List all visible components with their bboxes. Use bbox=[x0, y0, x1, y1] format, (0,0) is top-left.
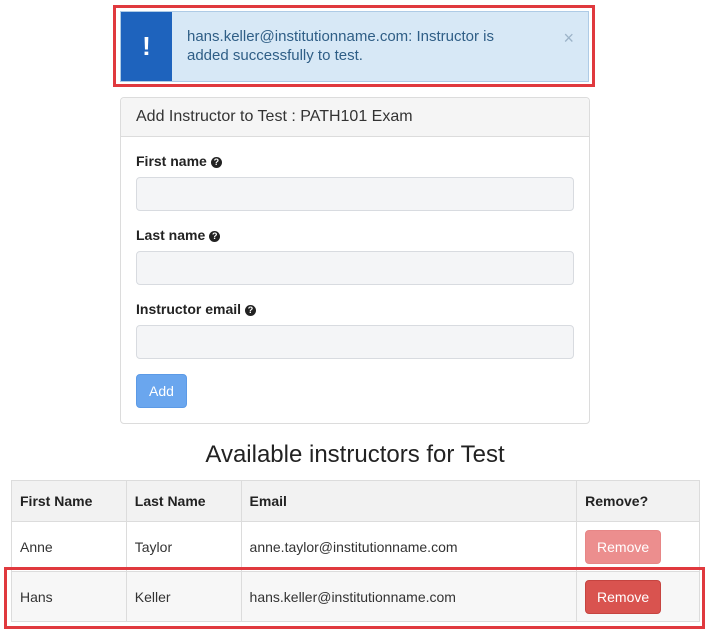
column-header-remove: Remove? bbox=[576, 480, 700, 522]
email-cell: anne.taylor@institutionname.com bbox=[240, 521, 578, 572]
column-header-email: Email bbox=[240, 480, 578, 522]
instructor-email-label: Instructor email? bbox=[136, 301, 257, 317]
add-button[interactable]: Add bbox=[136, 374, 187, 408]
table-row: Anne Taylor anne.taylor@institutionname.… bbox=[11, 521, 700, 572]
alert-message: hans.keller@institutionname.com: Instruc… bbox=[187, 28, 495, 64]
table-header-row: First Name Last Name Email Remove? bbox=[11, 480, 700, 522]
exclamation-icon: ! bbox=[121, 12, 172, 81]
first-name-label: First name? bbox=[136, 153, 222, 169]
last-name-label: Last name? bbox=[136, 227, 221, 243]
add-instructor-panel: Add Instructor to Test : PATH101 Exam Fi… bbox=[120, 97, 590, 424]
column-header-first-name: First Name bbox=[11, 480, 127, 522]
remove-button[interactable]: Remove bbox=[585, 529, 662, 564]
last-name-label-text: Last name bbox=[136, 227, 206, 243]
first-name-cell: Anne bbox=[11, 521, 127, 572]
remove-cell: Remove bbox=[576, 521, 700, 572]
last-name-input[interactable] bbox=[136, 251, 574, 285]
row-highlight-outline bbox=[4, 567, 705, 629]
first-name-input[interactable] bbox=[136, 177, 574, 211]
section-title: Available instructors for Test bbox=[205, 441, 505, 468]
instructor-email-input[interactable] bbox=[136, 325, 574, 359]
column-header-last-name: Last Name bbox=[125, 480, 242, 522]
help-icon: ? bbox=[210, 157, 222, 168]
help-icon: ? bbox=[245, 305, 257, 316]
instructor-email-label-text: Instructor email bbox=[136, 301, 242, 317]
close-icon[interactable]: × bbox=[563, 28, 574, 49]
first-name-label-text: First name bbox=[136, 153, 207, 169]
help-icon: ? bbox=[209, 231, 221, 242]
success-alert: ! hans.keller@institutionname.com: Instr… bbox=[120, 11, 589, 82]
last-name-cell: Taylor bbox=[125, 521, 242, 572]
panel-title: Add Instructor to Test : PATH101 Exam bbox=[121, 98, 589, 137]
